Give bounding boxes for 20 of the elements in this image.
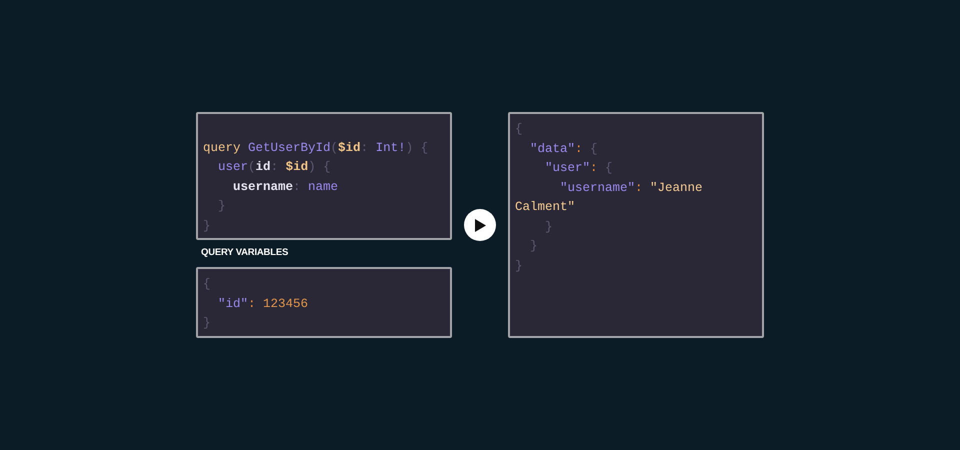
variables-editor[interactable]: { "id": 123456 }	[196, 267, 452, 338]
code-line: {	[203, 276, 212, 294]
code-line: }	[529, 238, 539, 255]
code-line: }	[203, 315, 212, 332]
code-line: user(id: $id) {	[217, 159, 332, 176]
code-line: username: name	[232, 178, 340, 196]
code-line: "username": "Jeanne Calment"	[515, 180, 704, 216]
query-editor[interactable]: query GetUserById($id: Int!) { user(id: $id) { username: name } }	[196, 112, 452, 240]
code-line: "user": {	[544, 160, 614, 177]
code-line: }	[544, 218, 554, 236]
query-variables-label: QUERY VARIABLES	[200, 246, 290, 260]
code-line: }	[203, 218, 212, 235]
code-line: "data": {	[529, 140, 599, 158]
code-line: }	[217, 198, 227, 216]
code-line: "id": 123456	[217, 296, 310, 313]
code-line: }	[515, 258, 524, 274]
play-icon	[474, 218, 486, 232]
run-button[interactable]	[464, 209, 496, 241]
code-line: query GetUserById($id: Int!) {	[203, 140, 430, 157]
code-line: {	[515, 121, 524, 138]
